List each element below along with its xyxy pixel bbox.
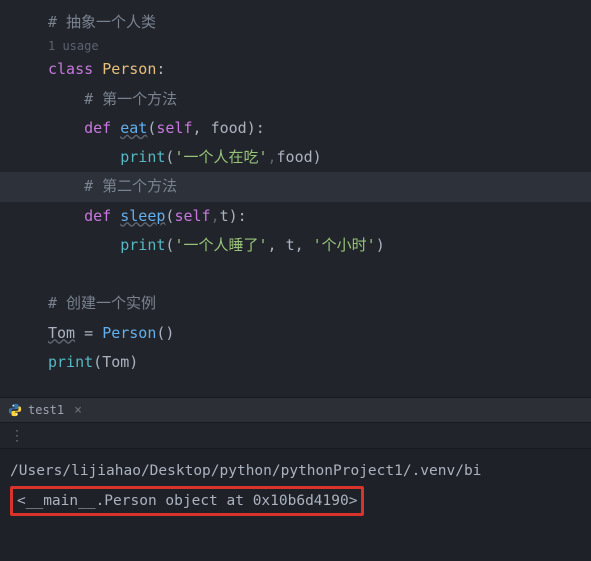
- tab-label: test1: [28, 403, 64, 417]
- comment-text: # 创建一个实例: [48, 294, 156, 312]
- arg-t: t: [286, 236, 295, 254]
- arg-tom: Tom: [102, 353, 129, 371]
- param-self: self: [174, 207, 210, 225]
- string-literal: '一个人睡了': [174, 236, 267, 254]
- param-self: self: [156, 119, 192, 137]
- run-console[interactable]: /Users/lijiahao/Desktop/python/pythonPro…: [0, 449, 591, 526]
- param-food: food: [211, 119, 247, 137]
- keyword-class: class: [48, 60, 93, 78]
- code-line: def eat(self, food):: [0, 114, 591, 143]
- param-t: t: [220, 207, 229, 225]
- string-literal: '个小时': [313, 236, 376, 254]
- builtin-print: print: [48, 353, 93, 371]
- interpreter-path: /Users/lijiahao/Desktop/python/pythonPro…: [10, 459, 581, 484]
- keyword-def: def: [84, 207, 111, 225]
- code-line: Tom = Person(): [0, 319, 591, 348]
- python-file-icon: [8, 403, 22, 417]
- code-line: # 创建一个实例: [0, 289, 591, 318]
- run-tab-test1[interactable]: test1 ×: [0, 398, 90, 422]
- builtin-print: print: [120, 236, 165, 254]
- code-editor[interactable]: # 抽象一个人类 1 usage class Person: # 第一个方法 d…: [0, 0, 591, 397]
- code-line-highlighted: # 第二个方法: [0, 172, 591, 201]
- run-tab-bar: test1 ×: [0, 397, 591, 423]
- code-line: def sleep(self,t):: [0, 202, 591, 231]
- builtin-print: print: [120, 148, 165, 166]
- console-output-highlighted: <__main__.Person object at 0x10b6d4190>: [10, 486, 364, 517]
- inlay-comma: ,: [268, 148, 277, 166]
- comment-text: # 第一个方法: [84, 90, 177, 108]
- call-person: Person: [102, 324, 156, 342]
- var-tom: Tom: [48, 324, 75, 342]
- usage-hint: 1 usage: [0, 37, 591, 55]
- code-line: print(Tom): [0, 348, 591, 377]
- equals: =: [75, 324, 102, 342]
- code-line: print('一个人睡了', t, '个小时'): [0, 231, 591, 260]
- string-literal: '一个人在吃': [174, 148, 267, 166]
- code-line: class Person:: [0, 55, 591, 84]
- func-name-sleep: sleep: [120, 207, 165, 225]
- class-name: Person: [102, 60, 156, 78]
- comment-text: # 抽象一个人类: [48, 13, 156, 31]
- keyword-def: def: [84, 119, 111, 137]
- inlay-comma: ,: [211, 207, 220, 225]
- arg-food: food: [277, 148, 313, 166]
- func-name-eat: eat: [120, 119, 147, 137]
- code-line: print('一个人在吃',food): [0, 143, 591, 172]
- more-icon[interactable]: ⋮: [10, 428, 26, 444]
- console-toolbar: ⋮: [0, 423, 591, 449]
- colon: :: [156, 60, 165, 78]
- close-icon[interactable]: ×: [70, 403, 82, 418]
- code-line: # 抽象一个人类: [0, 8, 591, 37]
- comment-text: # 第二个方法: [84, 177, 177, 195]
- code-line: [0, 260, 591, 289]
- code-line: # 第一个方法: [0, 85, 591, 114]
